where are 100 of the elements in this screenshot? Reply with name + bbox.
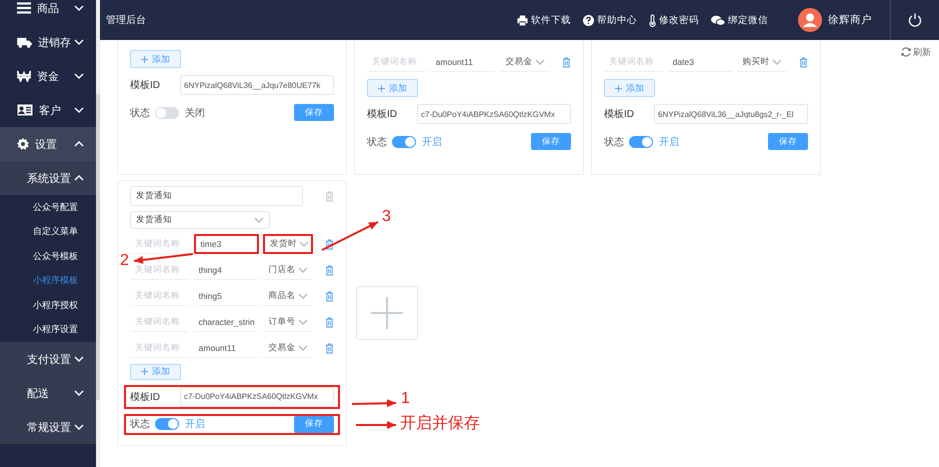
sidebar-item-label: 客户 <box>39 104 62 118</box>
template-id-field[interactable]: c7-Du0PoY4iABPKzSA60QtlzKGVMx <box>417 104 571 124</box>
sidebar-item-label: 进销存 <box>38 36 72 50</box>
template-select[interactable]: 发货通知 <box>130 211 270 229</box>
status-toggle[interactable] <box>392 136 416 148</box>
sidebar-item[interactable]: 支付设置 <box>0 342 96 376</box>
trash-icon[interactable] <box>798 56 808 68</box>
trash-icon[interactable] <box>325 316 334 328</box>
keyword-value-field[interactable]: thing4 <box>194 260 260 280</box>
trash-icon[interactable] <box>562 56 571 68</box>
trash-icon[interactable] <box>324 264 334 276</box>
sidebar-item-label: 常规设置 <box>27 420 72 434</box>
template-id-field[interactable]: 6NYPizalQ68ViL36__aJqu7e80UE77k <box>180 75 334 95</box>
keyword-type-select[interactable]: 交易金 <box>263 338 313 358</box>
annotation-label: 1 <box>401 390 410 408</box>
status-toggle[interactable] <box>155 106 179 118</box>
status-text: 开启 <box>659 136 680 148</box>
sidebar-item-label: 设置 <box>35 138 58 152</box>
annotation-label: 3 <box>382 208 391 226</box>
trash-icon[interactable] <box>324 290 334 302</box>
chevron-down-icon <box>298 344 308 351</box>
id-card-icon <box>17 104 33 116</box>
keyword-type-select[interactable]: 交易金 <box>500 52 550 72</box>
refresh-link[interactable]: 刷新 <box>901 46 931 58</box>
sidebar-item-label: 系统设置 <box>27 172 72 186</box>
template-id-field[interactable]: 6NYPizalQ68ViL36__aJqtu8gs2_r-_El <box>654 104 808 124</box>
keyword-value-field[interactable]: time3 <box>194 234 259 254</box>
template-id-label: 模板ID <box>367 108 398 121</box>
chevron-down-icon <box>74 73 84 79</box>
currency-icon <box>17 70 31 82</box>
sidebar-item-label: 配送 <box>27 386 50 400</box>
template-id-field[interactable]: c7-Du0PoY4iABPKzSA60QtlzKGVMx <box>180 386 334 407</box>
keyword-value-field[interactable]: amount11 <box>194 338 260 358</box>
sidebar-item-label: 支付设置 <box>27 352 72 366</box>
avatar-icon[interactable] <box>798 8 822 32</box>
keyword-type-select[interactable]: 商品名 <box>263 286 313 306</box>
title-field[interactable]: 发货通知 <box>130 186 303 206</box>
header-link[interactable]: 绑定微信 <box>711 14 768 26</box>
user-name[interactable]: 徐辉商户 <box>828 13 872 27</box>
plus-icon <box>615 84 622 92</box>
chat-icon <box>711 14 725 26</box>
status-toggle[interactable] <box>629 136 653 148</box>
plus-icon <box>378 84 385 92</box>
chevron-down-icon <box>74 107 84 113</box>
sidebar-item[interactable]: 系统设置 <box>0 161 96 195</box>
status-label: 状态 <box>367 136 387 148</box>
add-template-button[interactable] <box>356 286 418 340</box>
plus-icon <box>371 297 403 329</box>
sidebar-item[interactable]: 进销存 <box>0 25 96 59</box>
sidebar-item-label: 资金 <box>37 70 60 84</box>
sidebar-item[interactable]: 常规设置 <box>0 410 96 444</box>
chevron-up-icon <box>74 175 84 181</box>
status-toggle[interactable] <box>155 418 179 430</box>
thermometer-icon <box>649 14 656 26</box>
keyword-value-field[interactable]: character_strin <box>193 312 260 332</box>
status-label: 状态 <box>130 418 150 432</box>
sidebar-item-label: 商品 <box>37 2 60 16</box>
keyword-type-select[interactable]: 发货时 <box>263 234 313 254</box>
keyword-type-select[interactable]: 门店名 <box>263 260 313 280</box>
status-text: 开启 <box>185 418 206 432</box>
keyword-value-field[interactable]: date3 <box>668 52 734 72</box>
sidebar-item[interactable]: 配送 <box>0 376 96 410</box>
scrollbar[interactable] <box>96 94 100 400</box>
chevron-down-icon <box>74 390 84 396</box>
chevron-down-icon <box>298 318 308 325</box>
sidebar-item[interactable]: 客户 <box>0 93 96 127</box>
chevron-down-icon <box>74 5 84 11</box>
status-text: 关闭 <box>185 106 206 120</box>
header-link[interactable]: 软件下载 <box>517 14 571 26</box>
chevron-down-icon <box>74 424 84 430</box>
menu-icon <box>17 2 31 14</box>
plus-icon <box>141 56 148 62</box>
chevron-down-icon <box>298 292 308 299</box>
chevron-down-icon <box>534 58 545 64</box>
trash-icon[interactable] <box>325 238 334 250</box>
chevron-down-icon <box>254 216 264 223</box>
gear-icon <box>17 138 29 150</box>
sidebar-item[interactable]: 设置 <box>0 127 96 161</box>
printer-icon <box>517 14 528 26</box>
template-id-label: 模板ID <box>604 108 635 121</box>
sidebar-item[interactable]: 商品 <box>0 0 96 25</box>
chevron-down-icon <box>298 266 308 273</box>
power-icon[interactable] <box>908 13 922 27</box>
header-link[interactable]: 帮助中心 <box>583 14 637 26</box>
trash-icon[interactable] <box>324 342 334 354</box>
refresh-icon <box>901 47 911 57</box>
chevron-up-icon <box>74 141 84 147</box>
template-id-label: 模板ID <box>130 390 161 404</box>
truck-icon <box>17 36 32 48</box>
chevron-down-icon <box>74 356 84 362</box>
keyword-value-field[interactable]: thing5 <box>194 286 260 306</box>
chevron-down-icon <box>74 39 84 45</box>
keyword-value-field[interactable]: amount11 <box>430 52 496 72</box>
sidebar-item[interactable]: 资金 <box>0 59 96 93</box>
keyword-type-select[interactable]: 购买时 <box>737 52 787 72</box>
help-icon <box>583 14 594 26</box>
app-title: 管理后台 <box>105 14 147 27</box>
keyword-type-select[interactable]: 订单号 <box>263 312 313 332</box>
status-text: 开启 <box>422 136 443 148</box>
header-link[interactable]: 修改密码 <box>649 14 699 26</box>
